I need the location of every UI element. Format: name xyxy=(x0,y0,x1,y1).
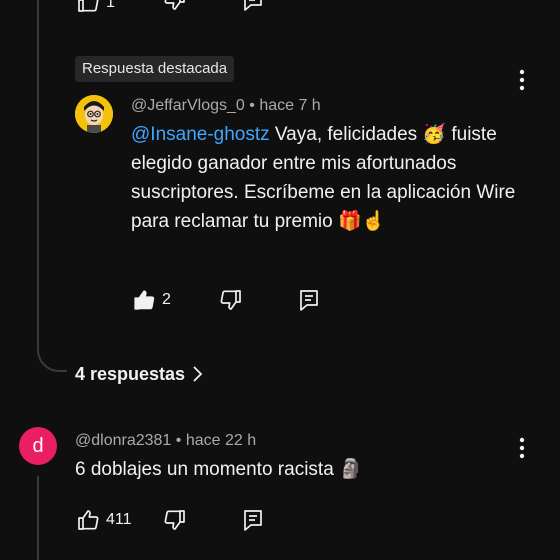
avatar[interactable] xyxy=(75,95,113,133)
comment-author-meta: @dlonra2381 • hace 22 h xyxy=(75,432,256,450)
like-count: 411 xyxy=(106,511,132,528)
comment-text: 6 doblajes un momento racista 🗿 xyxy=(75,459,363,480)
dislike-button[interactable] xyxy=(162,508,188,532)
like-count: 1 xyxy=(106,0,115,11)
reply-button[interactable] xyxy=(240,508,266,532)
more-options-button[interactable] xyxy=(512,434,532,462)
dislike-button[interactable] xyxy=(162,0,188,12)
meta-separator: • xyxy=(249,97,255,114)
dislike-icon xyxy=(164,510,185,530)
like-icon xyxy=(134,290,155,310)
more-vert-icon xyxy=(519,437,525,459)
reply-text: @Insane-ghostz Vaya, felicidades 🥳 fuist… xyxy=(131,120,531,236)
reply-button[interactable] xyxy=(240,0,266,12)
replies-count-label: 4 respuestas xyxy=(75,363,186,384)
dislike-button[interactable] xyxy=(218,288,244,312)
like-button[interactable] xyxy=(75,508,101,532)
like-button[interactable] xyxy=(131,288,157,312)
dislike-icon xyxy=(164,0,185,10)
view-replies-button[interactable]: 4 respuestas xyxy=(75,360,203,388)
reply-time: hace 7 h xyxy=(259,97,321,114)
comment-time: hace 22 h xyxy=(185,432,257,449)
reply-icon xyxy=(244,510,262,531)
reply-icon xyxy=(300,290,318,311)
more-options-button[interactable] xyxy=(512,66,532,94)
like-icon xyxy=(78,0,99,12)
like-count: 2 xyxy=(162,291,171,308)
reply-button[interactable] xyxy=(296,288,322,312)
dislike-icon xyxy=(220,290,241,310)
like-button[interactable] xyxy=(75,0,101,14)
reply-author[interactable]: @JeffarVlogs_0 xyxy=(131,97,245,114)
meta-separator: • xyxy=(175,432,182,449)
avatar-cartoon-icon xyxy=(75,95,113,133)
mention-link[interactable]: @Insane-ghostz xyxy=(131,124,270,145)
thread-connector xyxy=(37,330,67,372)
thread-line xyxy=(37,476,39,560)
thread-line xyxy=(37,0,39,340)
featured-reply-badge: Respuesta destacada xyxy=(75,56,235,82)
reply-author-meta: @JeffarVlogs_0 • hace 7 h xyxy=(131,97,321,115)
comment-author[interactable]: @dlonra2381 xyxy=(75,432,171,449)
reply-icon xyxy=(244,0,262,11)
chevron-right-icon xyxy=(193,366,203,382)
like-icon xyxy=(78,510,99,530)
avatar[interactable]: d xyxy=(19,427,57,465)
more-vert-icon xyxy=(519,69,525,91)
